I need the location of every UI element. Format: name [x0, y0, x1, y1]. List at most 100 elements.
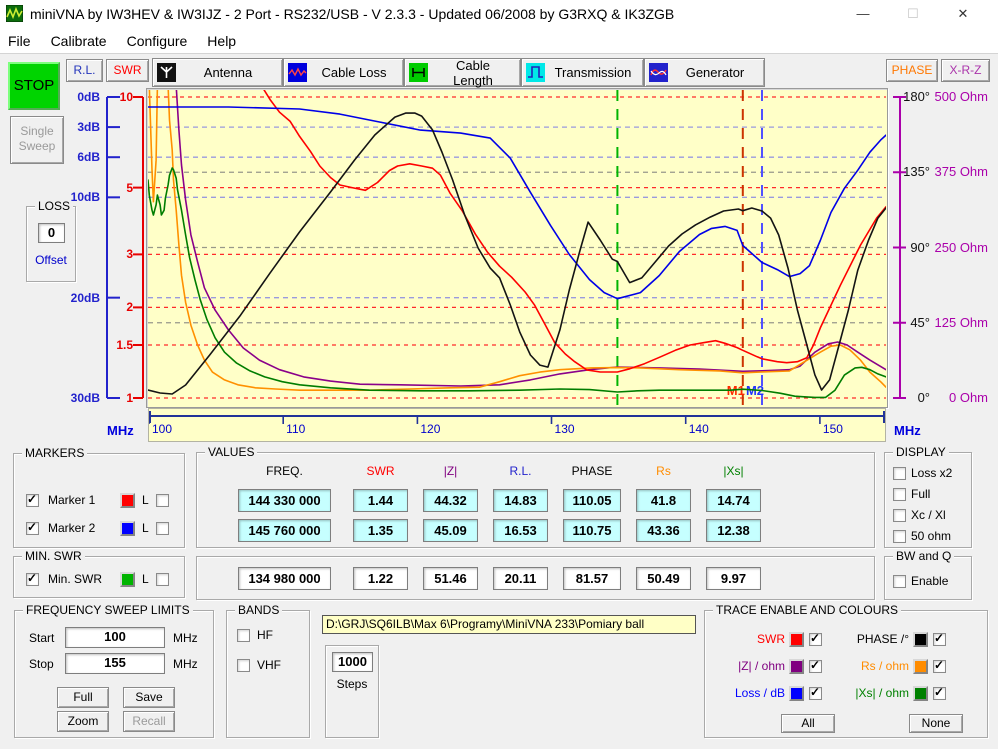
- marker1-value-cell: 41.8: [636, 489, 691, 512]
- tab-cable-length[interactable]: Cable Length: [404, 58, 521, 87]
- x-axis-tick-label: 140: [689, 422, 709, 436]
- marker2-enable-checkbox[interactable]: ✓: [26, 522, 39, 535]
- bands-panel: BANDS HFVHF: [226, 610, 310, 738]
- tab-label: Transmission: [553, 65, 633, 80]
- marker2-l-checkbox[interactable]: [156, 522, 169, 535]
- cable-loss-icon: [288, 63, 307, 82]
- mhz-label-left: MHz: [107, 423, 134, 438]
- markers-panel: MARKERS ✓Marker 1L✓Marker 2L: [13, 453, 185, 548]
- trace-swr-color-swatch[interactable]: [789, 632, 804, 647]
- trace-phase-color-swatch[interactable]: [913, 632, 928, 647]
- min-swr-panel-title: MIN. SWR: [22, 549, 85, 563]
- zoom-button[interactable]: Zoom: [57, 711, 109, 732]
- marker2-color-swatch[interactable]: [120, 521, 135, 536]
- tab-antenna[interactable]: Antenna: [152, 58, 283, 87]
- min-swr-l-checkbox[interactable]: [156, 573, 169, 586]
- no-traces-button[interactable]: None: [909, 714, 963, 733]
- tab-label: Antenna: [184, 65, 272, 80]
- close-button[interactable]: ✕: [940, 0, 986, 28]
- transmission-icon: [526, 63, 545, 82]
- tab-cable-loss[interactable]: Cable Loss: [283, 58, 404, 87]
- markers-panel-title: MARKERS: [22, 446, 87, 460]
- trace-loss-db-checkbox[interactable]: ✓: [809, 687, 822, 700]
- menu-calibrate[interactable]: Calibrate: [51, 33, 107, 49]
- trace-loss-db-color-swatch[interactable]: [789, 686, 804, 701]
- x-axis-strip: 100110120130140150: [148, 408, 886, 442]
- marker1-color-swatch[interactable]: [120, 493, 135, 508]
- trace-enable-panel: TRACE ENABLE AND COLOURS SWR✓PHASE /°✓|Z…: [704, 610, 988, 738]
- marker1-l-checkbox[interactable]: [156, 494, 169, 507]
- min-swr-value-cell: 81.57: [563, 567, 621, 590]
- bwq-enable-checkbox[interactable]: [893, 575, 906, 588]
- trace-phase-checkbox[interactable]: ✓: [933, 633, 946, 646]
- min-swr-value-cell: 9.97: [706, 567, 761, 590]
- recall-button[interactable]: Recall: [123, 711, 175, 732]
- display-50-ohm-label: 50 ohm: [911, 529, 951, 543]
- trace-rs-ohm-color-swatch[interactable]: [913, 659, 928, 674]
- tab-transmission[interactable]: Transmission: [521, 58, 644, 87]
- app-icon: [6, 5, 23, 22]
- start-unit-label: MHz: [173, 631, 198, 645]
- min-swr-color-swatch[interactable]: [120, 572, 135, 587]
- min-swr-label: Min. SWR: [48, 572, 102, 586]
- stop-unit-label: MHz: [173, 657, 198, 671]
- trace-phase-label: PHASE /°: [839, 632, 909, 646]
- trace-xs-ohm-color-swatch[interactable]: [913, 686, 928, 701]
- full-button[interactable]: Full: [57, 687, 109, 708]
- marker2-label: Marker 2: [48, 521, 95, 535]
- trace-xs-ohm-checkbox[interactable]: ✓: [933, 687, 946, 700]
- display-loss-x2-checkbox[interactable]: [893, 467, 906, 480]
- phase-scale-button[interactable]: PHASE: [886, 59, 938, 82]
- marker1-value-cell: 1.44: [353, 489, 408, 512]
- trace-loss-db-label: Loss / dB: [713, 686, 785, 700]
- x-axis-tick-label: 150: [823, 422, 843, 436]
- marker2-value-cell: 43.36: [636, 519, 691, 542]
- tab-generator[interactable]: Generator: [644, 58, 765, 87]
- stop-button[interactable]: STOP: [8, 62, 60, 110]
- display-50-ohm-checkbox[interactable]: [893, 530, 906, 543]
- start-freq-input[interactable]: 100: [65, 627, 165, 648]
- menu-bar: File Calibrate Configure Help: [0, 28, 998, 54]
- stop-label: Stop: [29, 657, 54, 671]
- trace-phase: [148, 113, 886, 394]
- steps-input[interactable]: 1000: [332, 652, 373, 672]
- chart-area[interactable]: M1M2: [146, 88, 888, 408]
- ohm-axis-labels: 500 Ohm375 Ohm250 Ohm125 Ohm0 Ohm: [932, 90, 988, 406]
- min-swr-l-label: L: [142, 572, 149, 586]
- swr-mode-button[interactable]: SWR: [106, 59, 149, 82]
- generator-icon: [649, 63, 668, 82]
- marker1-value-cell: 44.32: [423, 489, 478, 512]
- x-axis-line: [149, 409, 885, 441]
- db-axis-label: 6dB: [77, 149, 100, 165]
- maximize-button[interactable]: ☐: [890, 0, 936, 28]
- all-traces-button[interactable]: All: [781, 714, 835, 733]
- menu-configure[interactable]: Configure: [127, 33, 188, 49]
- values-header-swr: SWR: [353, 464, 408, 479]
- trace-z-ohm-checkbox[interactable]: ✓: [809, 660, 822, 673]
- x-axis-tick-label: 120: [420, 422, 440, 436]
- min-swr-enable-checkbox[interactable]: ✓: [26, 573, 39, 586]
- menu-help[interactable]: Help: [207, 33, 236, 49]
- phase-axis-label: 180°: [903, 89, 930, 105]
- title-bar: miniVNA by IW3HEV & IW3IJZ - 2 Port - RS…: [0, 0, 998, 28]
- minimize-button[interactable]: —: [840, 0, 886, 28]
- save-button[interactable]: Save: [123, 687, 175, 708]
- values-panel-title: VALUES: [205, 445, 257, 459]
- trace-swr-checkbox[interactable]: ✓: [809, 633, 822, 646]
- trace-z-ohm-color-swatch[interactable]: [789, 659, 804, 674]
- min-swr-value-cell: 20.11: [493, 567, 548, 590]
- trace-rs-ohm-checkbox[interactable]: ✓: [933, 660, 946, 673]
- tab-label: Cable Length: [436, 58, 510, 88]
- rl-mode-button[interactable]: R.L.: [66, 59, 103, 82]
- band-hf-checkbox[interactable]: [237, 629, 250, 642]
- menu-file[interactable]: File: [8, 33, 31, 49]
- marker2-value-cell: 12.38: [706, 519, 761, 542]
- stop-freq-input[interactable]: 155: [65, 653, 165, 674]
- display-full-checkbox[interactable]: [893, 488, 906, 501]
- xrz-scale-button[interactable]: X-R-Z: [941, 59, 990, 82]
- trace-z-ohm-label: |Z| / ohm: [713, 659, 785, 673]
- marker1-enable-checkbox[interactable]: ✓: [26, 494, 39, 507]
- db-axis-label: 30dB: [71, 390, 100, 406]
- display-xc-xl-checkbox[interactable]: [893, 509, 906, 522]
- band-vhf-checkbox[interactable]: [237, 659, 250, 672]
